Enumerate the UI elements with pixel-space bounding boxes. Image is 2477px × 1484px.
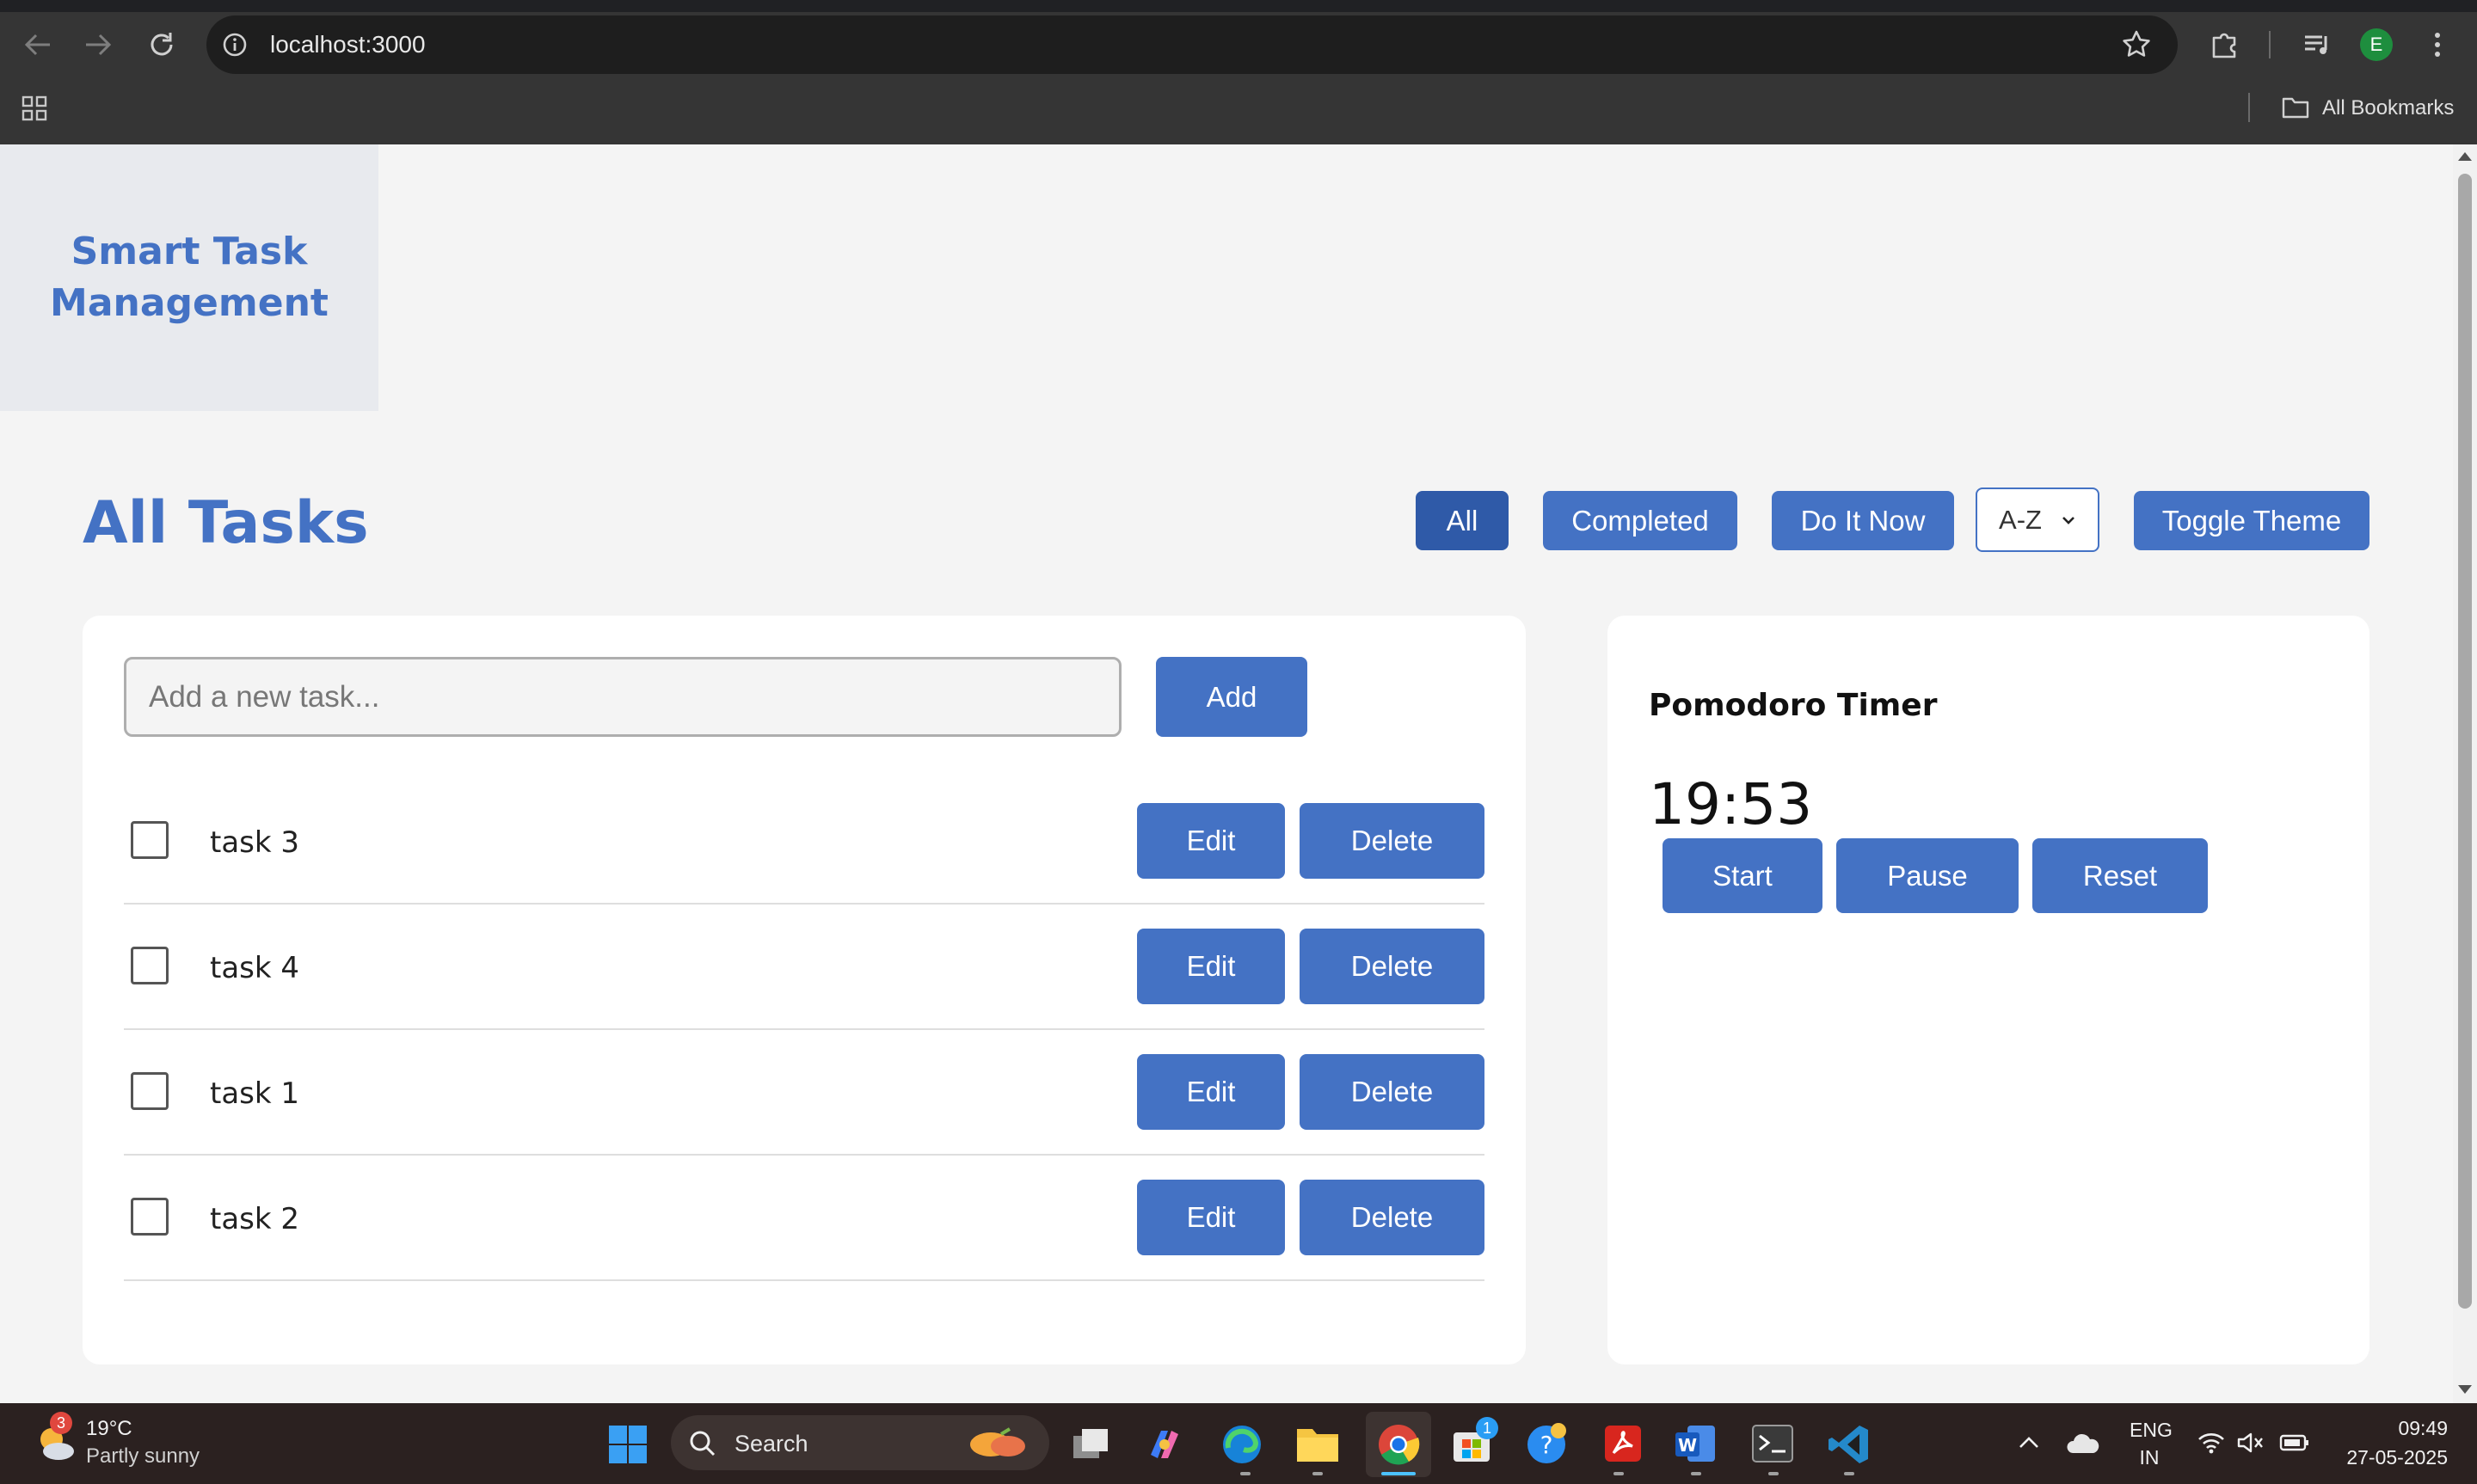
filter-do-it-now-button[interactable]: Do It Now <box>1772 491 1954 550</box>
timer-display: 19:53 <box>1649 771 1813 837</box>
bookmarks-divider <box>2248 93 2250 122</box>
profile-avatar[interactable]: E <box>2360 28 2393 61</box>
running-app-indicator <box>1240 1472 1251 1475</box>
site-info-icon[interactable] <box>222 32 248 58</box>
language-code[interactable]: ENG <box>2130 1419 2173 1442</box>
pomodoro-card <box>1607 616 2369 1364</box>
search-highlight-icon <box>967 1424 1032 1462</box>
svg-text:?: ? <box>1540 1431 1553 1459</box>
delete-button[interactable]: Delete <box>1300 929 1484 1004</box>
task-row: task 1 Edit Delete <box>124 1030 1484 1156</box>
word-icon[interactable]: W <box>1674 1422 1718 1465</box>
media-controls-icon[interactable] <box>2302 29 2333 60</box>
file-explorer-icon[interactable] <box>1295 1424 1340 1463</box>
delete-button[interactable]: Delete <box>1300 803 1484 879</box>
address-bar[interactable] <box>206 15 2178 74</box>
bookmark-star-icon[interactable] <box>2121 29 2152 60</box>
weather-condition[interactable]: Partly sunny <box>86 1444 200 1469</box>
sort-select-value: A-Z <box>1999 504 2042 535</box>
task-view-icon[interactable] <box>1070 1426 1111 1463</box>
clock-time[interactable]: 09:49 <box>2322 1417 2448 1440</box>
edit-button[interactable]: Edit <box>1137 803 1285 879</box>
toolbar-divider <box>2269 31 2271 58</box>
timer-title: Pomodoro Timer <box>1649 688 1938 723</box>
forward-icon[interactable] <box>83 31 114 58</box>
volume-muted-icon[interactable] <box>2236 1431 2265 1455</box>
task-checkbox[interactable] <box>131 1072 169 1110</box>
sidebar: Smart Task Management <box>0 144 378 411</box>
bookmarks-bar <box>0 89 2477 144</box>
copilot-icon[interactable] <box>1144 1424 1185 1465</box>
task-label: task 4 <box>210 951 300 985</box>
chevron-down-icon <box>2061 515 2076 525</box>
url-text[interactable]: localhost:3000 <box>270 26 426 64</box>
sort-select[interactable]: A-Z <box>1976 488 2099 552</box>
chrome-icon[interactable] <box>1376 1422 1421 1467</box>
filter-completed-button[interactable]: Completed <box>1543 491 1737 550</box>
running-app-indicator <box>1691 1472 1701 1475</box>
taskbar-search-label[interactable]: Search <box>734 1431 808 1457</box>
tab-strip <box>0 0 2477 12</box>
timer-reset-button[interactable]: Reset <box>2032 838 2208 913</box>
task-label: task 2 <box>210 1202 300 1236</box>
running-app-indicator <box>1312 1472 1323 1475</box>
svg-text:W: W <box>1678 1435 1697 1456</box>
running-app-indicator <box>1613 1472 1624 1475</box>
vscode-icon[interactable] <box>1827 1422 1872 1467</box>
folder-icon <box>2281 95 2310 120</box>
active-app-indicator <box>1381 1472 1416 1475</box>
store-badge: 1 <box>1476 1417 1498 1439</box>
back-icon[interactable] <box>22 31 53 58</box>
search-icon <box>688 1429 717 1458</box>
all-bookmarks-link[interactable]: All Bookmarks <box>2322 95 2454 122</box>
running-app-indicator <box>1768 1472 1779 1475</box>
task-row: task 2 Edit Delete <box>124 1156 1484 1281</box>
app-title: Smart Task Management <box>50 230 329 325</box>
timer-pause-button[interactable]: Pause <box>1836 838 2019 913</box>
edit-button[interactable]: Edit <box>1137 929 1285 1004</box>
edit-button[interactable]: Edit <box>1137 1054 1285 1130</box>
task-label: task 3 <box>210 825 300 860</box>
extensions-icon[interactable] <box>2209 28 2241 60</box>
clock-date[interactable]: 27-05-2025 <box>2322 1446 2448 1469</box>
task-label: task 1 <box>210 1076 300 1111</box>
windows-start-icon[interactable] <box>607 1424 648 1465</box>
timer-start-button[interactable]: Start <box>1663 838 1822 913</box>
edit-button[interactable]: Edit <box>1137 1180 1285 1255</box>
weather-badge: 3 <box>50 1412 72 1434</box>
add-task-button[interactable]: Add <box>1156 657 1307 737</box>
onedrive-icon[interactable] <box>2066 1432 2100 1455</box>
apps-grid-icon[interactable] <box>21 95 48 122</box>
running-app-indicator <box>1844 1472 1854 1475</box>
scroll-down-icon[interactable] <box>2456 1383 2474 1396</box>
filter-all-button[interactable]: All <box>1416 491 1509 550</box>
get-help-icon[interactable]: ? <box>1524 1420 1570 1467</box>
acrobat-icon[interactable] <box>1601 1422 1644 1465</box>
show-hidden-icons-chevron-icon[interactable] <box>2018 1434 2040 1451</box>
reload-icon[interactable] <box>146 29 177 60</box>
new-task-input[interactable] <box>124 657 1122 737</box>
task-checkbox[interactable] <box>131 1198 169 1236</box>
battery-icon[interactable] <box>2279 1432 2310 1453</box>
task-checkbox[interactable] <box>131 821 169 859</box>
browser-menu-icon[interactable] <box>2432 29 2443 60</box>
task-row: task 4 Edit Delete <box>124 905 1484 1030</box>
page-title: All Tasks <box>83 489 369 557</box>
task-checkbox[interactable] <box>131 947 169 984</box>
scroll-up-icon[interactable] <box>2456 150 2474 163</box>
toggle-theme-button[interactable]: Toggle Theme <box>2134 491 2369 550</box>
delete-button[interactable]: Delete <box>1300 1180 1484 1255</box>
delete-button[interactable]: Delete <box>1300 1054 1484 1130</box>
wifi-icon[interactable] <box>2197 1431 2226 1455</box>
language-region[interactable]: IN <box>2130 1446 2169 1469</box>
scrollbar-thumb[interactable] <box>2458 174 2472 1309</box>
edge-icon[interactable] <box>1220 1422 1264 1467</box>
weather-temp[interactable]: 19°C <box>86 1417 132 1441</box>
task-row: task 3 Edit Delete <box>124 779 1484 905</box>
terminal-icon[interactable] <box>1751 1424 1794 1463</box>
